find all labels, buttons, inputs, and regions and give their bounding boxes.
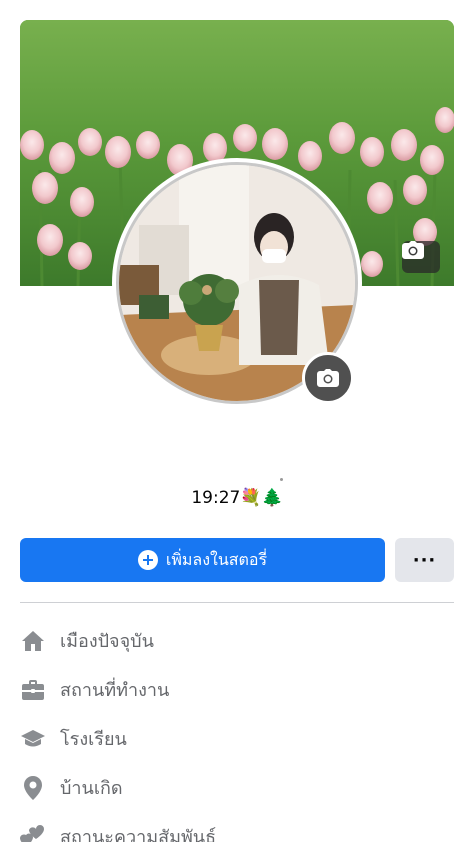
add-to-story-label: เพิ่มลงในสตอรี่	[165, 549, 268, 569]
detail-school[interactable]: โรงเรียน	[20, 714, 454, 763]
profile-bio: 19:27💐🌲	[191, 488, 283, 508]
plus-icon	[137, 550, 158, 570]
more-options-button[interactable]: ···	[395, 538, 454, 582]
more-options-label: ···	[412, 549, 437, 571]
avatar-camera-button[interactable]	[302, 352, 354, 404]
divider	[20, 602, 454, 603]
decorative-dot	[280, 478, 283, 481]
profile-details-list: เมืองปัจจุบัน สถานที่ทำงาน โรงเรียน บ้าน…	[20, 616, 454, 842]
detail-workplace[interactable]: สถานที่ทำงาน	[20, 665, 454, 714]
detail-current-city[interactable]: เมืองปัจจุบัน	[20, 616, 454, 665]
graduation-cap-icon	[20, 726, 46, 752]
add-to-story-button[interactable]: เพิ่มลงในสตอรี่	[20, 538, 385, 582]
location-pin-icon	[20, 775, 46, 801]
home-icon	[20, 628, 46, 654]
detail-relationship[interactable]: สถานะความสัมพันธ์	[20, 812, 454, 842]
camera-icon	[402, 241, 424, 259]
briefcase-icon	[20, 677, 46, 703]
camera-icon	[317, 369, 339, 387]
detail-hometown[interactable]: บ้านเกิด	[20, 763, 454, 812]
cover-camera-button[interactable]	[402, 241, 440, 273]
hearts-icon	[20, 824, 46, 842]
